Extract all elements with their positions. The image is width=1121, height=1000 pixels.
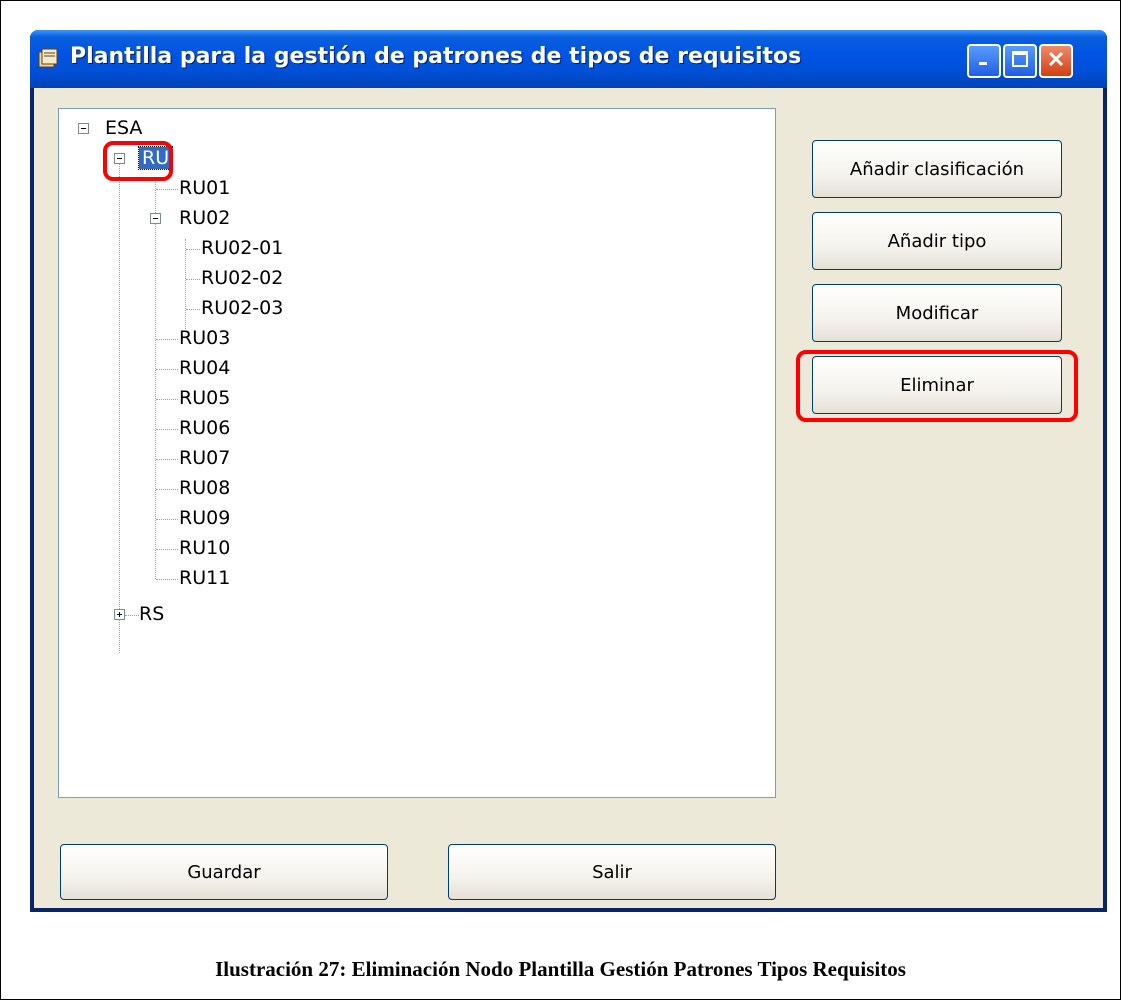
tree-node-rs[interactable]: RS (139, 603, 164, 625)
tree-line (156, 489, 178, 490)
tree-line (156, 189, 178, 190)
window-icon (36, 46, 60, 70)
tree-node-label: RU02-02 (201, 267, 284, 289)
tree-node-label: RU (137, 146, 174, 170)
tree-node-label: RU03 (179, 327, 231, 349)
tree-line (156, 339, 178, 340)
tree-line (119, 153, 120, 653)
tree-node-label: RU11 (179, 567, 231, 589)
tree-node-ru06[interactable]: RU06 (179, 417, 230, 439)
tree-line (156, 519, 178, 520)
tree-line (156, 429, 178, 430)
collapse-ru02-icon[interactable] (150, 213, 161, 224)
figure-caption: Ilustración 27: Eliminación Nodo Plantil… (215, 957, 906, 981)
tree-line (125, 615, 139, 616)
collapse-ru-icon[interactable] (114, 153, 125, 164)
tree-node-label: RU06 (179, 417, 231, 439)
tree-node-label: RU10 (179, 537, 231, 559)
minimize-icon (976, 51, 992, 72)
tree-line (156, 579, 178, 580)
tree-node-ru05[interactable]: RU05 (179, 387, 230, 409)
tree-node-ru07[interactable]: RU07 (179, 447, 230, 469)
tree-node-label: RU08 (179, 477, 231, 499)
tree-view[interactable]: ESA RU RU01 RU02 RU02-01 RU02-02 RU02-03… (58, 108, 776, 798)
tree-node-ru[interactable]: RU (137, 146, 174, 170)
tree-node-label: RU02-01 (201, 237, 284, 259)
tree-line (156, 399, 178, 400)
close-icon (1047, 50, 1065, 73)
add-type-button[interactable]: Añadir tipo (812, 212, 1062, 270)
close-button[interactable] (1039, 44, 1073, 78)
tree-line (186, 309, 200, 310)
add-classification-button[interactable]: Añadir clasificación (812, 140, 1062, 198)
tree-node-label: RU09 (179, 507, 231, 529)
tree-node-ru02-02[interactable]: RU02-02 (201, 267, 283, 289)
delete-button[interactable]: Eliminar (812, 356, 1062, 414)
maximize-button[interactable] (1003, 44, 1037, 78)
tree-node-ru08[interactable]: RU08 (179, 477, 230, 499)
tree-node-esa[interactable]: ESA (105, 117, 142, 139)
tree-node-label: RU05 (179, 387, 231, 409)
window-client-area: ESA RU RU01 RU02 RU02-01 RU02-02 RU02-03… (34, 88, 1103, 908)
tree-line (156, 459, 178, 460)
minimize-button[interactable] (967, 44, 1001, 78)
collapse-esa-icon[interactable] (78, 123, 89, 134)
tree-node-label: RU04 (179, 357, 231, 379)
tree-line (186, 249, 200, 250)
tree-node-label: RU02-03 (201, 297, 284, 319)
tree-line (156, 369, 178, 370)
tree-node-ru02-03[interactable]: RU02-03 (201, 297, 283, 319)
save-button[interactable]: Guardar (60, 844, 388, 900)
tree-line (186, 279, 200, 280)
window-title: Plantilla para la gestión de patrones de… (70, 44, 802, 69)
tree-node-label: RS (139, 603, 165, 625)
maximize-icon (1011, 50, 1029, 73)
tree-node-label: RU01 (179, 177, 231, 199)
tree-line (185, 239, 186, 329)
tree-node-ru02[interactable]: RU02 (179, 207, 230, 229)
exit-button[interactable]: Salir (448, 844, 776, 900)
app-window: Plantilla para la gestión de patrones de… (30, 30, 1107, 912)
tree-node-ru10[interactable]: RU10 (179, 537, 230, 559)
expand-rs-icon[interactable] (114, 609, 125, 620)
tree-node-ru09[interactable]: RU09 (179, 507, 230, 529)
tree-node-ru11[interactable]: RU11 (179, 567, 230, 589)
tree-line (156, 549, 178, 550)
tree-node-label: RU02 (179, 207, 231, 229)
tree-node-ru01[interactable]: RU01 (179, 177, 230, 199)
tree-node-label: RU07 (179, 447, 231, 469)
tree-node-ru04[interactable]: RU04 (179, 357, 230, 379)
tree-node-label: ESA (105, 117, 143, 139)
modify-button[interactable]: Modificar (812, 284, 1062, 342)
tree-node-ru02-01[interactable]: RU02-01 (201, 237, 283, 259)
tree-node-ru03[interactable]: RU03 (179, 327, 230, 349)
title-bar[interactable]: Plantilla para la gestión de patrones de… (30, 30, 1107, 88)
